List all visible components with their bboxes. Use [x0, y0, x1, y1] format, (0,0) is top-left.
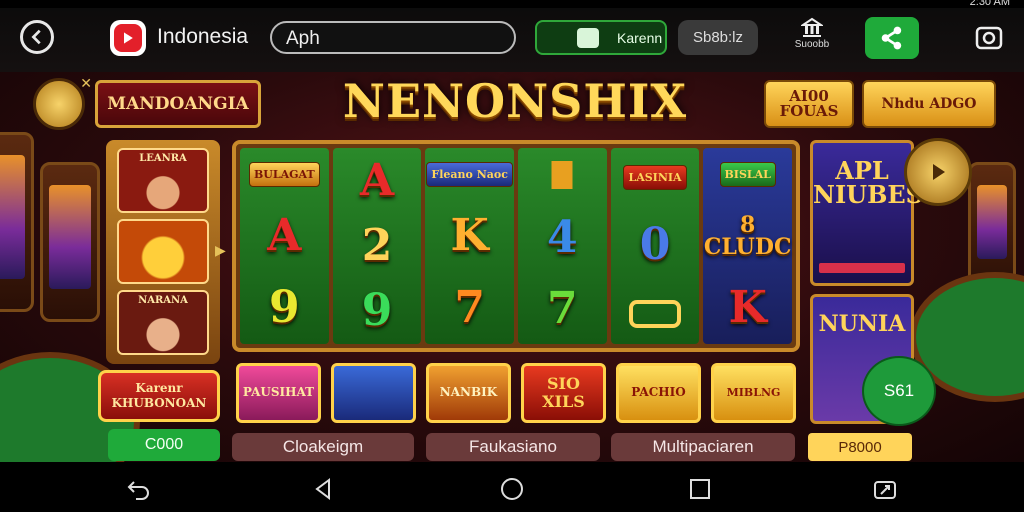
bonus-button-2[interactable]: Nhdu ADGO	[862, 80, 996, 128]
share-icon	[881, 26, 902, 50]
tab-category-2[interactable]: Faukasiano	[426, 433, 600, 461]
compass-icon	[50, 95, 68, 113]
coin-balance-button[interactable]: C000	[108, 429, 220, 461]
reel-symbol: 7	[454, 282, 485, 334]
back-arrow-icon	[31, 29, 41, 45]
share-button[interactable]	[865, 17, 919, 59]
region-banner[interactable]: MANDOANGIA	[95, 80, 261, 128]
close-icon[interactable]: ✕	[80, 75, 92, 92]
promo-card-1[interactable]: APL NIUBES	[810, 140, 923, 286]
reel-symbol: A	[359, 154, 395, 206]
left-tile-3[interactable]: NARANA	[117, 290, 209, 355]
tab-category-1[interactable]: Cloakeigm	[232, 433, 414, 461]
left-tile-2[interactable]	[117, 219, 209, 284]
game-tile[interactable]: NANBIK	[426, 363, 511, 423]
background-slot-machine-left-2	[40, 162, 100, 322]
promo-strip	[819, 263, 905, 273]
nav-triangle-back-button[interactable]	[311, 476, 337, 502]
price-button[interactable]: P8000	[808, 433, 912, 461]
play-icon	[933, 164, 945, 180]
left-game-panel: LEANRA NARANA	[106, 140, 220, 364]
camera-button[interactable]	[974, 22, 1004, 52]
home-circle-icon	[501, 478, 523, 500]
left-tile-1[interactable]: LEANRA	[117, 148, 209, 213]
reel-6: BISLAL 8 CLUDC K	[703, 148, 793, 344]
back-button[interactable]	[20, 20, 54, 54]
bank-icon	[801, 17, 823, 37]
play-button[interactable]	[904, 138, 972, 206]
background-slot-machine-left	[0, 132, 34, 312]
action-fab[interactable]: S61	[862, 356, 936, 426]
nav-back-button[interactable]	[126, 476, 152, 502]
slot-reels: BULAGAT A 9 A 2 9 Fleano Naoc K 7 4 7 LA…	[232, 140, 800, 352]
reel-symbol	[629, 299, 682, 328]
system-nav-bar	[0, 462, 1024, 512]
chevron-right-icon[interactable]: ▶	[215, 242, 226, 259]
game-tile[interactable]: PAUSIHAT	[236, 363, 321, 423]
undo-arrow-icon	[127, 481, 149, 500]
triangle-back-icon	[315, 478, 330, 500]
reel-2: A 2 9	[332, 148, 422, 344]
compass-button[interactable]: ✕	[33, 75, 92, 130]
reel-symbol: K	[728, 282, 767, 334]
reel-symbol: Fleano Naoc	[426, 161, 513, 187]
game-tile[interactable]	[331, 363, 416, 423]
reel-1: BULAGAT A 9	[240, 148, 329, 344]
nav-recents-button[interactable]	[687, 476, 713, 502]
reel-4: 4 7	[518, 148, 607, 344]
balance-button[interactable]: Sb8b:lz	[678, 20, 758, 55]
reel-symbol: 4	[547, 211, 578, 263]
reel-symbol: 7	[547, 282, 578, 334]
status-bar: 2:30 AM	[0, 0, 1024, 8]
recents-square-icon	[690, 479, 710, 499]
screenshot-icon	[874, 481, 896, 499]
app-logo[interactable]	[110, 20, 146, 56]
top-app-bar: Indonesia Aph Karenn Sb8b:lz Suoobb	[0, 0, 1024, 72]
game-tile[interactable]: SIO XILS	[521, 363, 606, 423]
game-tile[interactable]: MIBLNG	[711, 363, 796, 423]
wallet-label: Karenn	[617, 29, 663, 46]
app-title: Indonesia	[157, 25, 249, 48]
status-time: 2:30 AM	[969, 0, 1010, 8]
reel-symbol: A	[267, 210, 302, 262]
camera-icon	[975, 26, 1003, 50]
reel-symbol: 9	[361, 285, 393, 337]
game-area: ✕ MANDOANGIA NENONSHIX AI00 FOUAS Nhdu A…	[0, 72, 1024, 462]
reel-symbol: LASINIA	[623, 164, 687, 190]
play-logo-icon	[114, 24, 142, 52]
game-title: NENONSHIX	[342, 74, 688, 128]
nav-screenshot-button[interactable]	[872, 476, 898, 502]
wallet-button[interactable]: Karenn	[535, 20, 667, 55]
reel-symbol: 8 CLUDC	[703, 212, 792, 261]
game-tile[interactable]: PACHIO	[616, 363, 701, 423]
reel-5: LASINIA 0	[610, 148, 700, 344]
tab-category-3[interactable]: Multipaciaren	[611, 433, 795, 461]
left-promo-button[interactable]: Karenr KHUBONOAN	[98, 370, 220, 422]
support-label: Suoobb	[794, 39, 830, 50]
support-button[interactable]: Suoobb	[786, 17, 838, 61]
nav-home-button[interactable]	[499, 476, 525, 502]
bonus-button-1[interactable]: AI00 FOUAS	[764, 80, 854, 128]
promo-2-label: NUNIA	[818, 311, 906, 337]
reel-symbol: K	[450, 210, 489, 262]
reel-symbol: BULAGAT	[249, 161, 320, 187]
chat-icon	[577, 28, 599, 48]
reel-symbol	[536, 161, 589, 190]
reel-symbol: 2	[361, 219, 393, 271]
search-input[interactable]: Aph	[270, 21, 516, 54]
reel-3: Fleano Naoc K 7	[425, 148, 515, 344]
reel-symbol: 0	[639, 218, 671, 270]
reel-symbol: BISLAL	[719, 161, 776, 187]
game-tiles-row: PAUSIHAT NANBIK SIO XILS PACHIO MIBLNG	[236, 363, 796, 423]
reel-symbol: 9	[269, 282, 300, 334]
